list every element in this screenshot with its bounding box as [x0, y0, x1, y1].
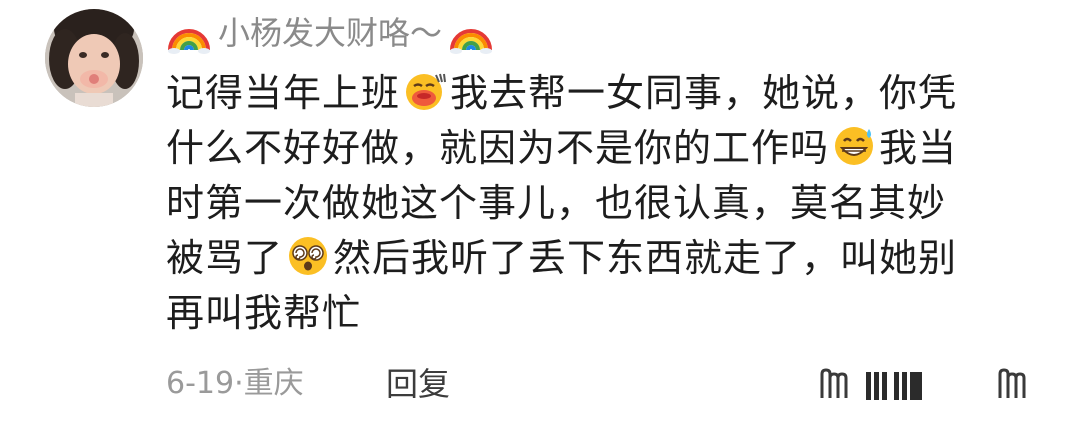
more-options-icon[interactable] [818, 366, 858, 402]
avatar[interactable] [45, 9, 143, 107]
comment-text: 记得当年上班 [166, 71, 401, 115]
comment-meta: 6-19·重庆 回复 [166, 358, 1046, 410]
dizzy-face-icon [285, 233, 331, 279]
comment-line: 被骂了 然后我听了丢下东西就走了，叫她别 [166, 231, 1026, 286]
comment-line: 记得当年上班 我去帮一女同事，她说，你凭 [166, 66, 1026, 121]
pouting-face-icon [402, 68, 448, 114]
comment-text: 我去帮一女同事，她说，你凭 [450, 71, 958, 115]
comment-text: 我当 [879, 126, 958, 170]
comment-location: 重庆 [243, 366, 304, 401]
comment-line: 时第一次做她这个事儿，也很认真，莫名其妙 [166, 176, 1026, 231]
grinning-sweat-icon [831, 123, 877, 169]
rainbow-icon [448, 10, 494, 56]
reply-button[interactable]: 回复 [386, 358, 450, 410]
dislike-icon[interactable] [996, 366, 1036, 402]
comment-text: 被骂了 [166, 236, 284, 280]
date-location: 6-19·重庆 [166, 358, 304, 410]
comment-date: 6-19 [166, 366, 235, 401]
avatar-image [45, 9, 143, 107]
comment-body: 记得当年上班 我去帮一女同事，她说，你凭 什么不好好做，就因为不是你的工作吗 我… [166, 66, 1026, 341]
comment-text: 时第一次做她这个事儿，也很认真，莫名其妙 [166, 181, 947, 225]
rainbow-icon [166, 10, 212, 56]
username-row: 小杨发大财咯～ [166, 10, 494, 56]
comment-text: 什么不好好做，就因为不是你的工作吗 [166, 126, 830, 170]
comment-line: 什么不好好做，就因为不是你的工作吗 我当 [166, 121, 1026, 176]
like-count-icon[interactable] [864, 366, 926, 402]
username[interactable]: 小杨发大财咯～ [216, 10, 444, 56]
comment-text: 再叫我帮忙 [166, 291, 362, 335]
comment-line: 再叫我帮忙 [166, 286, 1026, 341]
comment-text: 然后我听了丢下东西就走了，叫她别 [333, 236, 958, 280]
separator: · [234, 366, 244, 401]
